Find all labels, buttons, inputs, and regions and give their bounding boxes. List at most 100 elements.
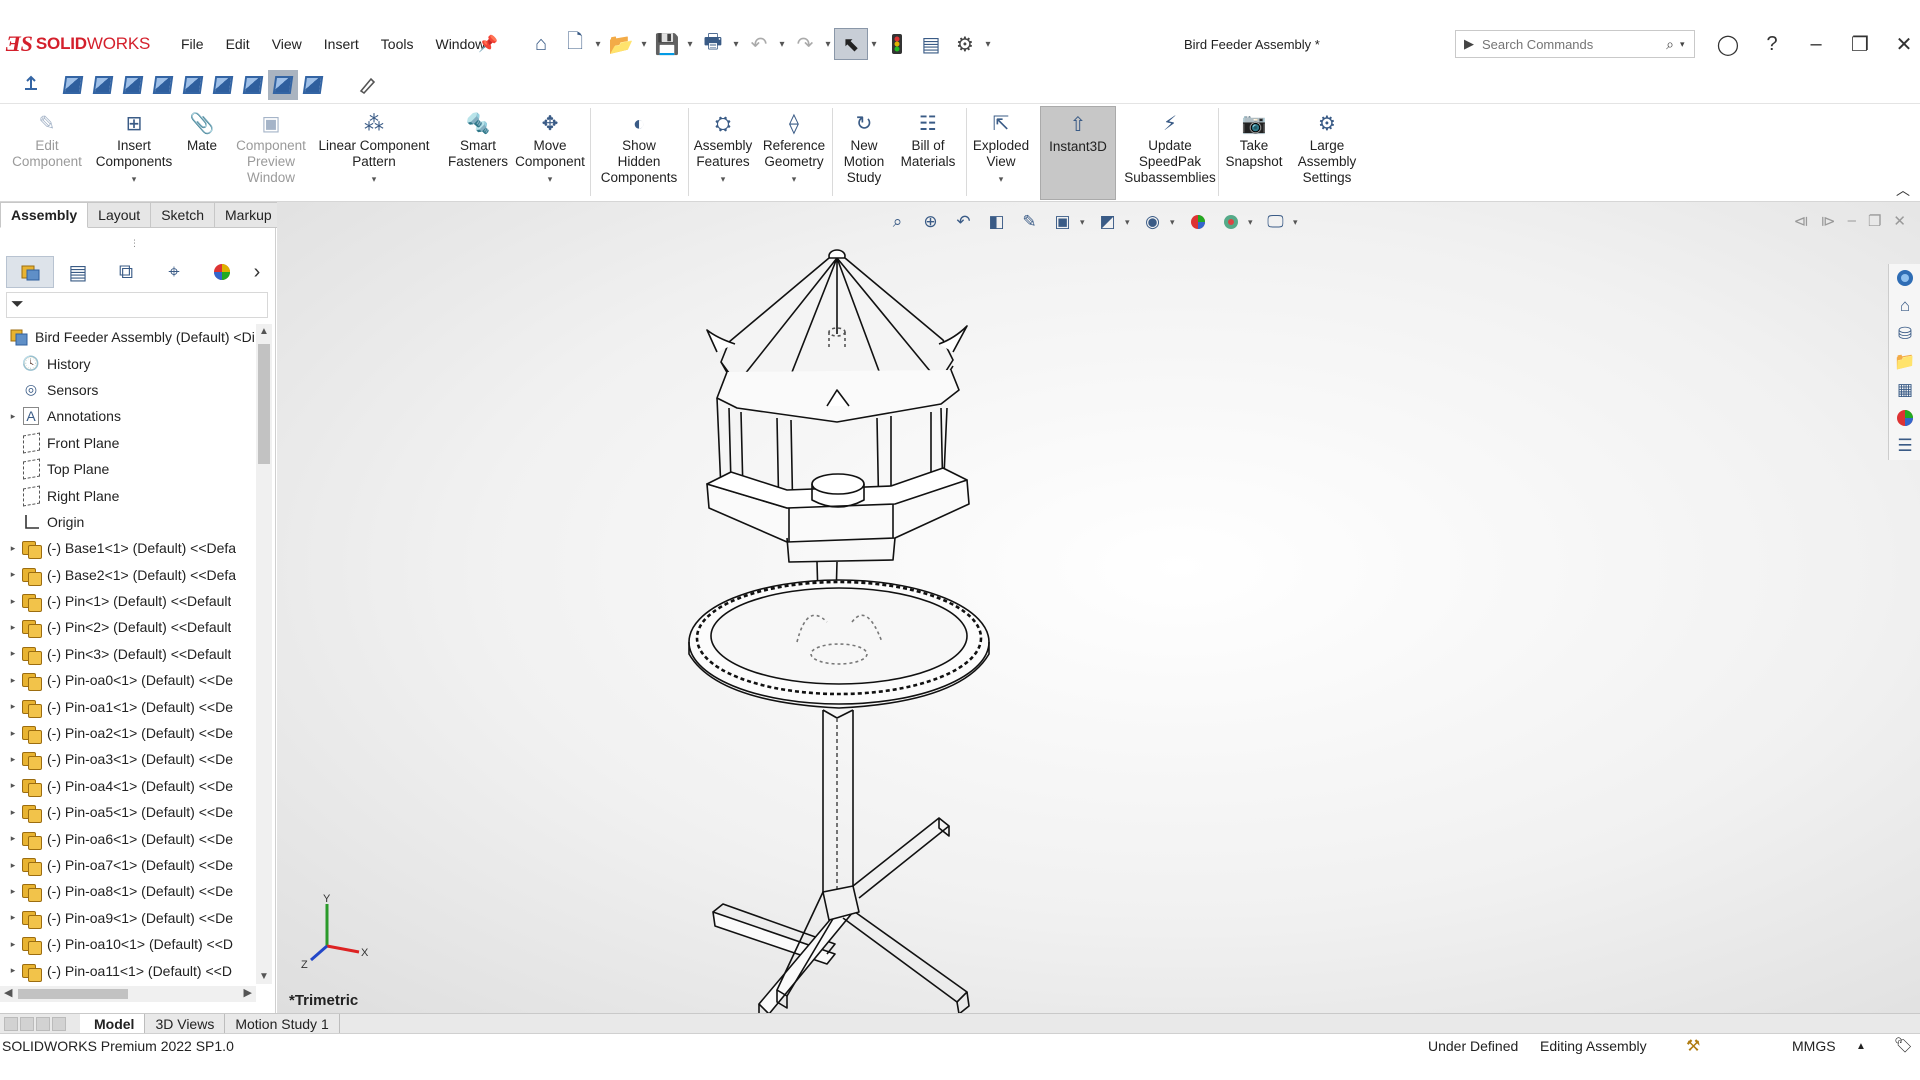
select-cursor-icon[interactable]: ⬉: [834, 28, 868, 60]
tree-item-component[interactable]: ▸ (-) Pin-oa11<1> (Default) <<D: [0, 957, 256, 983]
expand-arrow-icon[interactable]: ▸: [6, 596, 20, 607]
edit-appearance-icon[interactable]: [1182, 208, 1213, 236]
menu-insert[interactable]: Insert: [313, 36, 370, 52]
display-style-dropdown-icon[interactable]: ▾: [1125, 217, 1135, 228]
tree-vertical-scrollbar[interactable]: ▲ ▼: [256, 324, 272, 984]
move-component-button[interactable]: ✥ Move Component ▾: [512, 106, 588, 200]
view-palette-icon[interactable]: ▦: [1889, 376, 1920, 404]
hscroll-thumb[interactable]: [18, 989, 128, 999]
tree-item-component[interactable]: ▸ (-) Pin-oa8<1> (Default) <<De: [0, 878, 256, 904]
tree-item-component[interactable]: ▸ (-) Pin<1> (Default) <<Default: [0, 588, 256, 614]
apply-scene-dropdown-icon[interactable]: ▾: [1248, 217, 1258, 228]
redo-icon[interactable]: ↷: [788, 28, 822, 60]
expand-arrow-icon[interactable]: ▸: [6, 860, 20, 871]
dimxpert-manager-icon[interactable]: ⌖: [150, 256, 198, 288]
filter-icon[interactable]: ⏷: [11, 296, 24, 314]
expand-arrow-icon[interactable]: ▸: [6, 411, 20, 422]
viewport-restore-icon[interactable]: ❐: [1868, 212, 1881, 230]
home-icon[interactable]: ⌂: [524, 28, 558, 60]
search-input[interactable]: [1482, 36, 1660, 52]
open-icon[interactable]: 📂: [604, 28, 638, 60]
expand-arrow-icon[interactable]: ▸: [6, 939, 20, 950]
tree-item-component[interactable]: ▸ (-) Pin-oa2<1> (Default) <<De: [0, 720, 256, 746]
expand-arrow-icon[interactable]: ▸: [6, 780, 20, 791]
home-tab-icon[interactable]: ⌂: [1889, 292, 1920, 320]
view-settings-icon[interactable]: 🖵: [1260, 208, 1291, 236]
tree-item-component[interactable]: ▸ (-) Pin-oa5<1> (Default) <<De: [0, 799, 256, 825]
next-tab-icon[interactable]: [36, 1016, 50, 1031]
tree-item-component[interactable]: ▸ (-) Base1<1> (Default) <<Defa: [0, 535, 256, 561]
featuremanager-tree-icon[interactable]: [6, 256, 54, 288]
snapshot-button[interactable]: 📷 Take Snapshot: [1224, 106, 1284, 200]
appearances-icon[interactable]: [1889, 404, 1920, 432]
expand-arrow-icon[interactable]: ▸: [6, 754, 20, 765]
print-icon[interactable]: 🖶: [696, 28, 730, 60]
print-dropdown-icon[interactable]: ▾: [730, 28, 742, 60]
redo-dropdown-icon[interactable]: ▾: [822, 28, 834, 60]
reference-geometry-button[interactable]: ⟠ Reference Geometry ▾: [758, 106, 830, 200]
instant3d-button[interactable]: ⇧ Instant3D: [1040, 106, 1116, 200]
quick-tips-icon[interactable]: 🏷: [1894, 1036, 1913, 1054]
tree-item-component[interactable]: ▸ (-) Pin-oa4<1> (Default) <<De: [0, 773, 256, 799]
unit-system-dropdown-icon[interactable]: ▲: [1856, 1041, 1866, 1052]
new-document-icon[interactable]: 🗋: [558, 28, 592, 60]
left-view-icon[interactable]: [118, 70, 148, 100]
display-manager-icon[interactable]: [198, 256, 246, 288]
solidworks-logo[interactable]: ƎS SOLIDWORKS: [6, 30, 150, 58]
menu-view[interactable]: View: [261, 36, 313, 52]
chevron-right-icon[interactable]: ›: [246, 256, 268, 288]
bom-button[interactable]: ☷ Bill of Materials: [896, 106, 960, 200]
expand-arrow-icon[interactable]: ▸: [6, 965, 20, 976]
options-gear-icon[interactable]: ⚙: [948, 28, 982, 60]
top-view-icon[interactable]: [178, 70, 208, 100]
user-account-icon[interactable]: ◯: [1706, 28, 1750, 60]
edit-component-button[interactable]: ✎ Edit Component: [4, 106, 90, 200]
command-dropdown-icon[interactable]: ▾: [999, 171, 1004, 187]
tree-root-assembly[interactable]: Bird Feeder Assembly (Default) <Di: [0, 324, 256, 350]
tree-item-component[interactable]: ▸ (-) Pin-oa0<1> (Default) <<De: [0, 667, 256, 693]
assembly-features-button[interactable]: ⛭ Assembly Features ▾: [690, 106, 756, 200]
tab-markup[interactable]: Markup: [215, 202, 283, 228]
expand-arrow-icon[interactable]: ▸: [6, 543, 20, 554]
bird-feeder-model[interactable]: [677, 222, 1097, 1022]
restore-icon[interactable]: ❐: [1838, 28, 1882, 60]
menu-edit[interactable]: Edit: [215, 36, 261, 52]
viewport-close-icon[interactable]: ✕: [1893, 212, 1906, 230]
tree-item-annotations[interactable]: ▸ A Annotations: [0, 403, 256, 429]
undo-icon[interactable]: ↶: [742, 28, 776, 60]
insert-components-button[interactable]: ⊞ Insert Components ▾: [96, 106, 173, 200]
panel-grip-icon[interactable]: ⋮: [130, 238, 139, 249]
tree-item-plane[interactable]: Right Plane: [0, 482, 256, 508]
menu-file[interactable]: File: [170, 36, 215, 52]
tree-horizontal-scrollbar[interactable]: ◀ ▶: [0, 986, 256, 1002]
tree-item-component[interactable]: ▸ (-) Pin-oa9<1> (Default) <<De: [0, 905, 256, 931]
scroll-thumb[interactable]: [258, 344, 270, 464]
tree-item-plane[interactable]: Front Plane: [0, 430, 256, 456]
file-properties-icon[interactable]: ▤: [914, 28, 948, 60]
collapse-ribbon-icon[interactable]: ︿: [1896, 180, 1910, 200]
search-icon[interactable]: ⌕: [1660, 36, 1680, 53]
graphics-area[interactable]: ⌕ ⊕ ↶ ◧ ✎ ▣ ▾ ◩ ▾ ◉ ▾ ▾ 🖵 ▾ ⧏ ⧐ – ❐ ✕ ⌂ …: [277, 202, 1920, 1022]
expand-arrow-icon[interactable]: ▸: [6, 807, 20, 818]
expand-arrow-icon[interactable]: ▸: [6, 675, 20, 686]
command-dropdown-icon[interactable]: ▾: [132, 171, 137, 187]
scroll-up-icon[interactable]: ▲: [256, 326, 272, 337]
normal-to-icon[interactable]: [16, 70, 46, 100]
back-view-icon[interactable]: [88, 70, 118, 100]
tree-item-component[interactable]: ▸ (-) Pin<2> (Default) <<Default: [0, 614, 256, 640]
expand-arrow-icon[interactable]: ▸: [6, 701, 20, 712]
tree-item-origin[interactable]: Origin: [0, 509, 256, 535]
expand-arrow-icon[interactable]: ▸: [6, 622, 20, 633]
save-dropdown-icon[interactable]: ▾: [684, 28, 696, 60]
design-library-icon[interactable]: ⛁: [1889, 320, 1920, 348]
apply-scene-icon[interactable]: [1215, 208, 1246, 236]
expand-arrow-icon[interactable]: ▸: [6, 912, 20, 923]
command-dropdown-icon[interactable]: ▾: [721, 171, 726, 187]
tree-item-component[interactable]: ▸ (-) Pin-oa3<1> (Default) <<De: [0, 746, 256, 772]
search-dropdown-icon[interactable]: ▾: [1680, 39, 1694, 50]
mate-button[interactable]: 📎 Mate: [174, 106, 230, 200]
expand-arrow-icon[interactable]: ▸: [6, 728, 20, 739]
bottom-tab-motion-study-1[interactable]: Motion Study 1: [225, 1013, 340, 1034]
viewport-nav-left-icon[interactable]: ⧏: [1794, 212, 1809, 230]
expand-arrow-icon[interactable]: ▸: [6, 886, 20, 897]
